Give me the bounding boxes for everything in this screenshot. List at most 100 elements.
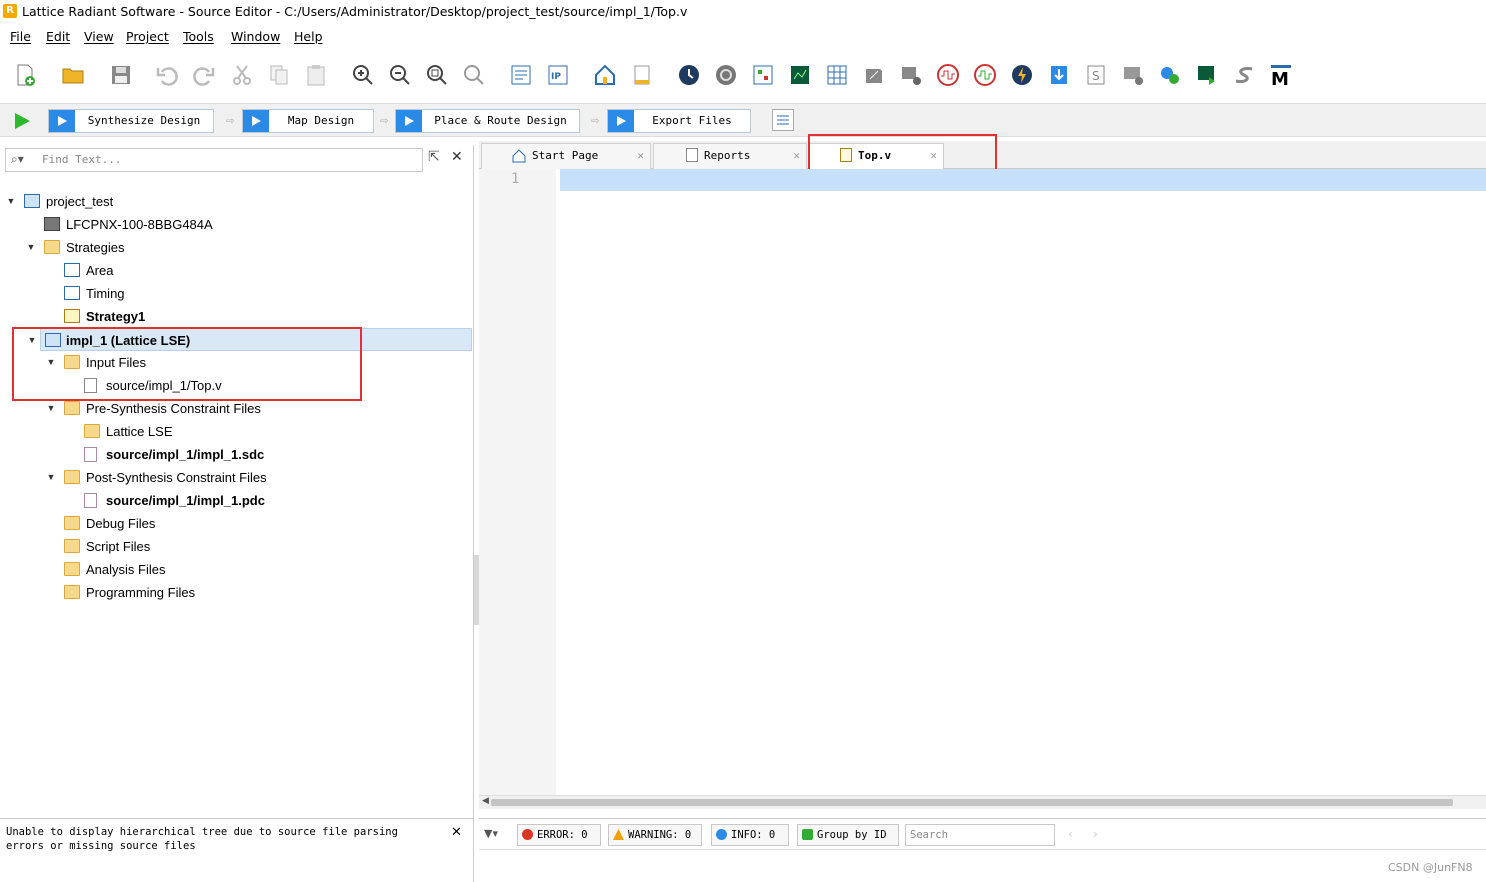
map-design-step[interactable]: Map Design xyxy=(242,109,374,133)
close-tab-icon[interactable]: ✕ xyxy=(637,144,644,168)
menu-file[interactable]: File xyxy=(10,29,31,44)
parse-error-message: Unable to display hierarchical tree due … xyxy=(6,826,398,852)
close-icon[interactable]: ✕ xyxy=(451,825,462,840)
place-route-design-step[interactable]: Place & Route Design xyxy=(395,109,580,133)
physical-view-icon[interactable] xyxy=(861,62,887,88)
tree-item-lattice-lse[interactable]: Lattice LSE xyxy=(0,420,470,443)
line-number: 1 xyxy=(511,171,520,187)
tree-item-post-synthesis[interactable]: ▼ Post-Synthesis Constraint Files xyxy=(0,466,470,489)
horizontal-scrollbar[interactable]: ◀ xyxy=(479,795,1486,809)
menu-view[interactable]: View xyxy=(84,29,114,44)
device-constraint-icon[interactable] xyxy=(898,62,924,88)
window-title: Lattice Radiant Software - Source Editor… xyxy=(22,4,688,19)
warning-filter-button[interactable]: WARNING: 0 xyxy=(608,824,702,846)
next-icon[interactable]: › xyxy=(1093,827,1098,841)
report-icon[interactable] xyxy=(508,62,534,88)
watermark: CSDN @JunFN8 xyxy=(1388,861,1473,874)
synthesize-design-step[interactable]: Synthesize Design xyxy=(48,109,214,133)
zoom-out-icon[interactable] xyxy=(387,62,413,88)
tree-item-sdc[interactable]: source/impl_1/impl_1.sdc xyxy=(0,443,470,466)
menu-window[interactable]: Window xyxy=(231,29,280,44)
play-icon xyxy=(243,110,269,132)
detach-icon[interactable]: ⇱ xyxy=(428,149,440,165)
reveal-inserter-icon[interactable] xyxy=(935,62,961,88)
error-filter-button[interactable]: ERROR: 0 xyxy=(517,824,601,846)
flow-arrow: ⇨ xyxy=(380,116,389,127)
ip-catalog-icon[interactable]: IP xyxy=(545,62,571,88)
close-icon[interactable]: ✕ xyxy=(451,149,463,165)
play-icon xyxy=(49,110,75,132)
modelsim-icon[interactable]: M xyxy=(1268,62,1294,88)
tree-item-project[interactable]: ▼ project_test xyxy=(0,190,470,213)
simulation-icon[interactable] xyxy=(1120,62,1146,88)
redo-icon[interactable] xyxy=(191,62,217,88)
programmer-icon[interactable] xyxy=(1046,62,1072,88)
tree-item-script-files[interactable]: Script Files xyxy=(0,535,470,558)
power-calc-icon[interactable] xyxy=(713,62,739,88)
netlist-icon[interactable] xyxy=(750,62,776,88)
schematic-icon[interactable] xyxy=(787,62,813,88)
folder-icon xyxy=(84,424,100,438)
undo-icon[interactable] xyxy=(154,62,180,88)
menu-edit[interactable]: Edit xyxy=(46,29,70,44)
find-text-input[interactable]: ⌕▾ Find Text... xyxy=(5,148,423,172)
menu-tools[interactable]: Tools xyxy=(183,29,214,44)
settings-gears-icon[interactable] xyxy=(1157,62,1183,88)
new-file-icon[interactable] xyxy=(12,62,38,88)
tree-item-debug-files[interactable]: Debug Files xyxy=(0,512,470,535)
line-number-gutter: 1 xyxy=(479,169,556,795)
radiant-logo-icon: R xyxy=(3,4,17,18)
menu-project[interactable]: Project xyxy=(126,29,169,44)
tree-item-strategies[interactable]: ▼ Strategies xyxy=(0,236,470,259)
tree-item-programming-files[interactable]: Programming Files xyxy=(0,581,470,604)
main-toolbar: IP S M xyxy=(0,55,1486,97)
file-list-pane: ⌕▾ Find Text... ⇱ ✕ ▼ project_test LFCPN… xyxy=(0,145,474,818)
open-folder-icon[interactable] xyxy=(60,62,86,88)
menu-help[interactable]: Help xyxy=(294,29,323,44)
zoom-in-icon[interactable] xyxy=(350,62,376,88)
reveal-analyzer-icon[interactable] xyxy=(972,62,998,88)
tcl-console-icon[interactable]: S xyxy=(1083,62,1109,88)
tree-item-area[interactable]: Area xyxy=(0,259,470,282)
export-files-step[interactable]: Export Files xyxy=(607,109,751,133)
expand-toggle-icon[interactable]: ▼ xyxy=(5,190,17,213)
close-tab-icon[interactable]: ✕ xyxy=(793,144,800,168)
expand-toggle-icon[interactable]: ▼ xyxy=(45,466,57,489)
highlight-box xyxy=(12,327,362,401)
power-icon[interactable] xyxy=(1009,62,1035,88)
tree-item-device[interactable]: LFCPNX-100-8BBG484A xyxy=(0,213,470,236)
tab-reports[interactable]: Reports ✕ xyxy=(653,143,807,169)
run-all-icon[interactable] xyxy=(12,111,32,134)
code-area[interactable] xyxy=(556,191,1486,795)
folder-icon xyxy=(64,516,80,530)
scroll-left-icon[interactable]: ◀ xyxy=(482,796,489,806)
cut-icon[interactable] xyxy=(229,62,255,88)
svg-text:IP: IP xyxy=(551,72,561,82)
run-script-icon[interactable] xyxy=(1194,62,1220,88)
zoom-area-icon[interactable] xyxy=(461,62,487,88)
prev-icon[interactable]: ‹ xyxy=(1068,827,1073,841)
group-by-id-button[interactable]: Group by ID xyxy=(797,824,899,846)
scroll-thumb[interactable] xyxy=(491,799,1453,806)
paste-icon[interactable] xyxy=(303,62,329,88)
zoom-fit-icon[interactable] xyxy=(424,62,450,88)
synplify-icon[interactable] xyxy=(1231,62,1257,88)
current-line-highlight[interactable] xyxy=(560,169,1486,191)
floorplan-icon[interactable] xyxy=(824,62,850,88)
checklist-icon[interactable] xyxy=(772,109,794,131)
home-icon[interactable] xyxy=(592,62,618,88)
tree-item-pdc[interactable]: source/impl_1/impl_1.pdc xyxy=(0,489,470,512)
save-icon[interactable] xyxy=(108,62,134,88)
message-search-input[interactable]: Search xyxy=(905,824,1055,846)
timing-analyzer-icon[interactable] xyxy=(676,62,702,88)
log-icon[interactable] xyxy=(629,62,655,88)
tree-item-strategy1[interactable]: Strategy1 xyxy=(0,305,470,328)
filter-icon[interactable]: ▼▾ xyxy=(484,827,498,840)
folder-icon xyxy=(64,470,80,484)
tree-item-analysis-files[interactable]: Analysis Files xyxy=(0,558,470,581)
tab-start-page[interactable]: Start Page ✕ xyxy=(481,143,651,169)
copy-icon[interactable] xyxy=(266,62,292,88)
expand-toggle-icon[interactable]: ▼ xyxy=(25,236,37,259)
info-filter-button[interactable]: INFO: 0 xyxy=(711,824,789,846)
tree-item-timing[interactable]: Timing xyxy=(0,282,470,305)
